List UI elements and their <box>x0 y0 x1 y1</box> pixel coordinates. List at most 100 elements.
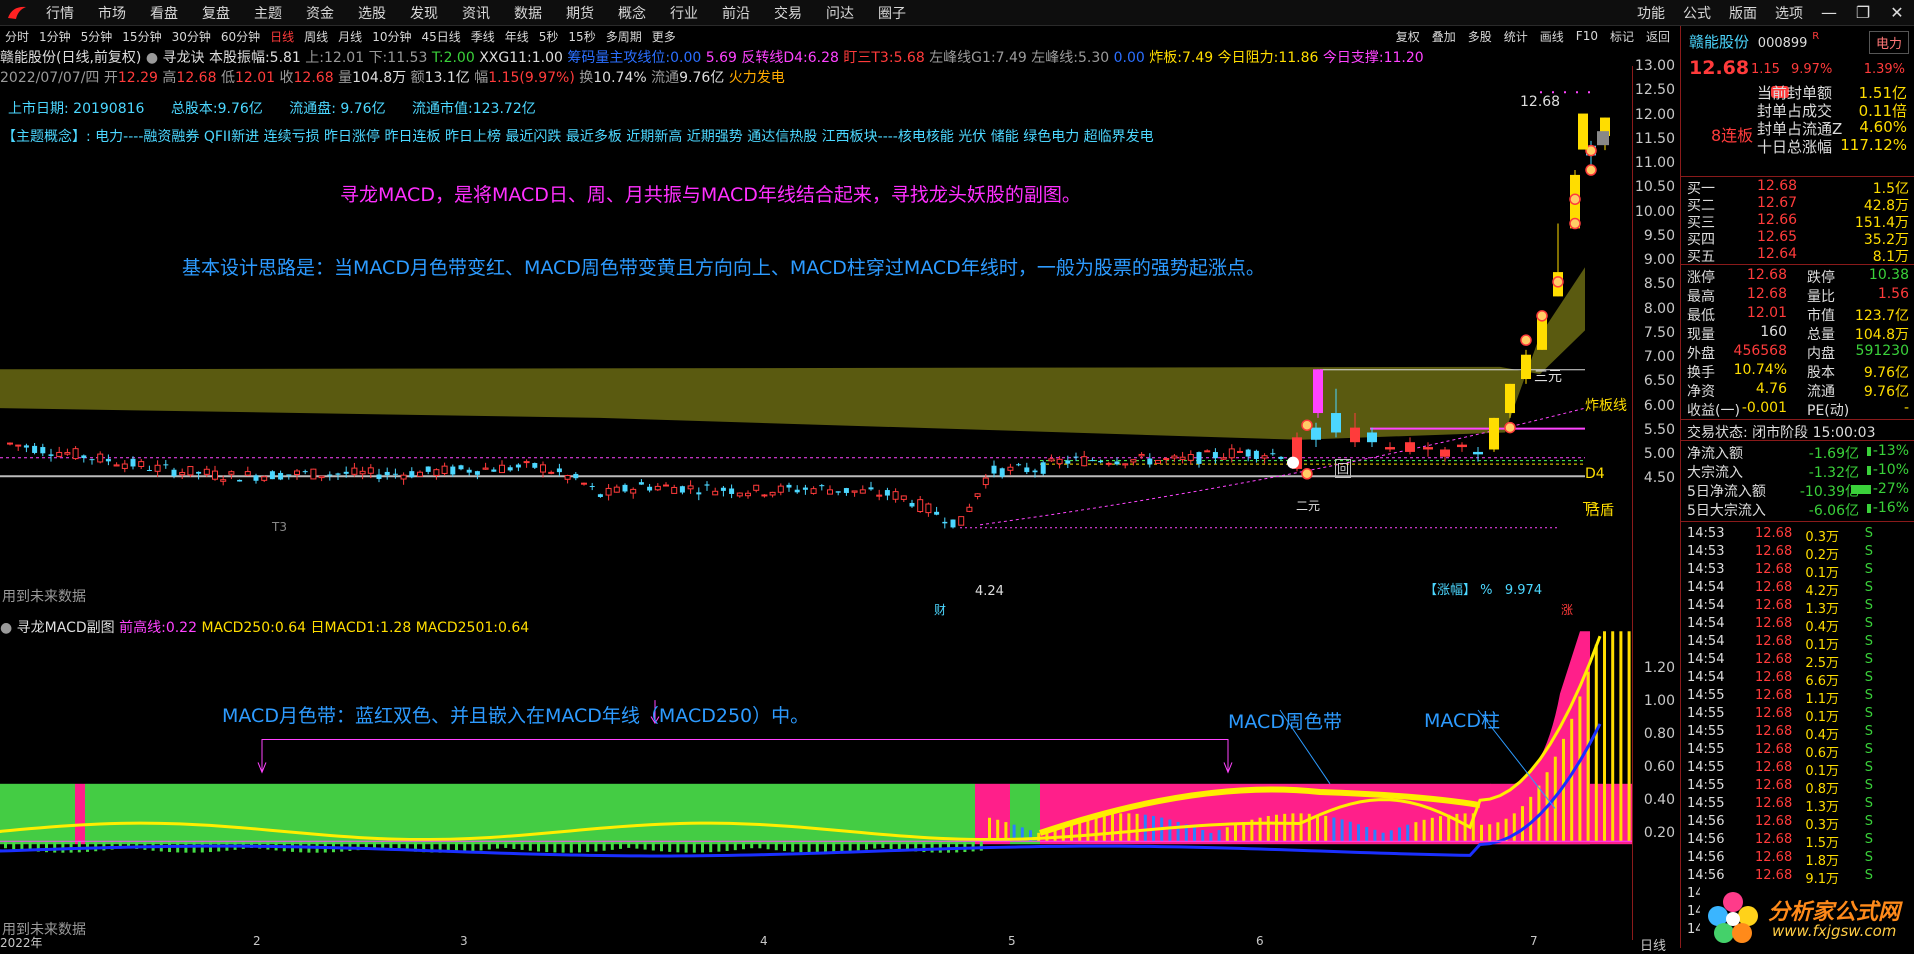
signal-marker <box>1552 276 1564 288</box>
menu-item[interactable]: 发现 <box>398 3 450 23</box>
candle <box>515 463 521 472</box>
period-tab[interactable]: 1分钟 <box>34 28 76 45</box>
candle <box>1228 444 1235 463</box>
chart-tool-button[interactable]: 多股 <box>1462 28 1498 45</box>
menu-right-item[interactable]: 选项 <box>1766 3 1812 23</box>
menu-item[interactable]: 主题 <box>242 3 294 23</box>
candle <box>278 470 284 481</box>
candle <box>958 516 965 526</box>
candle <box>835 491 841 496</box>
chart-tool-button[interactable]: 统计 <box>1498 28 1534 45</box>
candle <box>1204 449 1211 453</box>
order-row[interactable]: 买一 12.68 1.5亿 <box>1687 178 1909 197</box>
candlestick-chart[interactable] <box>0 90 1632 618</box>
stat-key: 总量 <box>1807 327 1835 343</box>
menu-item[interactable]: 行业 <box>658 3 710 23</box>
period-tab[interactable]: 年线 <box>500 28 534 45</box>
order-row[interactable]: 买二 12.67 42.8万 <box>1687 195 1909 214</box>
menu-item[interactable]: 资讯 <box>450 3 502 23</box>
macd-bar <box>766 841 770 850</box>
period-tab[interactable]: 季线 <box>466 28 500 45</box>
macd-bar <box>1381 832 1385 842</box>
menu-item[interactable]: 交易 <box>762 3 814 23</box>
stock-title[interactable]: 赣能股份 000899 R <box>1689 31 1819 52</box>
up-value: 12.01 <box>324 50 365 66</box>
chart-tool-button[interactable]: 返回 <box>1640 28 1676 45</box>
stat-key: 换手 <box>1687 365 1715 381</box>
period-tab[interactable]: 日线 <box>265 28 299 45</box>
menu-item[interactable]: 看盘 <box>138 3 190 23</box>
tick-row: 14:55 12.68 1.3万 S <box>1687 796 1909 815</box>
menu-right-item[interactable]: 功能 <box>1628 3 1674 23</box>
chart-tool-button[interactable]: 标记 <box>1604 28 1640 45</box>
period-tab[interactable]: 月线 <box>333 28 367 45</box>
tick-row: 14:55 12.68 0.4万 S <box>1687 724 1909 743</box>
candle <box>917 496 924 513</box>
menu-item[interactable]: 市场 <box>86 3 138 23</box>
period-tab[interactable]: 5分钟 <box>76 28 118 45</box>
close-icon[interactable]: ✕ <box>1880 3 1914 22</box>
menu-item[interactable]: 问达 <box>814 3 866 23</box>
menu-right-item[interactable]: 版面 <box>1720 3 1766 23</box>
tick-time: 14:53 <box>1687 526 1725 541</box>
macd-bar <box>1340 819 1344 842</box>
chart-tool-button[interactable]: 叠加 <box>1426 28 1462 45</box>
macd-bar <box>1234 824 1237 842</box>
macd-bar <box>1488 824 1492 842</box>
date-tick: 4 <box>760 934 768 948</box>
macd-bar <box>1193 827 1196 842</box>
candle <box>868 481 874 491</box>
period-tab[interactable]: 60分钟 <box>216 28 265 45</box>
period-tab[interactable]: 30分钟 <box>167 28 216 45</box>
price-tick: 6.50 <box>1643 373 1675 390</box>
macd-bar <box>651 841 655 851</box>
minimize-icon[interactable]: — <box>1812 3 1846 22</box>
candle <box>1385 442 1395 452</box>
month-band-segment <box>0 783 75 845</box>
formula-marker-icon[interactable]: ● <box>146 50 158 66</box>
period-tab[interactable]: 更多 <box>647 28 681 45</box>
menu-item[interactable]: 资金 <box>294 3 346 23</box>
macd-bar <box>1521 806 1524 842</box>
menu-item[interactable]: 圈子 <box>866 3 918 23</box>
app-logo-icon[interactable] <box>6 4 28 22</box>
macd-bar <box>684 841 688 853</box>
flow-pct: -13% <box>1872 443 1909 459</box>
menu-item[interactable]: 期货 <box>554 3 606 23</box>
chart-tool-button[interactable]: 画线 <box>1534 28 1570 45</box>
stat-value: 9.76亿 <box>1863 384 1909 400</box>
order-row[interactable]: 买三 12.66 151.4万 <box>1687 212 1909 231</box>
menu-item[interactable]: 行情 <box>34 3 86 23</box>
chart-tool-button[interactable]: F10 <box>1570 29 1604 43</box>
order-row[interactable]: 买五 12.64 8.1万 <box>1687 246 1909 265</box>
menu-item[interactable]: 复盘 <box>190 3 242 23</box>
period-tab[interactable]: 分时 <box>0 28 34 45</box>
order-row[interactable]: 买四 12.65 35.2万 <box>1687 229 1909 248</box>
z0-value: 0.00 <box>1113 50 1145 66</box>
order-price: 12.65 <box>1757 229 1798 245</box>
macd-bar <box>1586 671 1590 842</box>
period-tab[interactable]: 5秒 <box>534 28 564 45</box>
menu-item[interactable]: 数据 <box>502 3 554 23</box>
period-tab[interactable]: 周线 <box>299 28 333 45</box>
menu-item[interactable]: 概念 <box>606 3 658 23</box>
chart-tool-button[interactable]: 复权 <box>1390 28 1426 45</box>
tick-side: S <box>1864 814 1873 829</box>
tick-price: 12.68 <box>1755 832 1793 847</box>
sector-button[interactable]: 电力 <box>1868 31 1909 54</box>
menu-item[interactable]: 前沿 <box>710 3 762 23</box>
formula-name[interactable]: 寻龙诀 <box>163 50 205 66</box>
period-tab[interactable]: 15秒 <box>563 28 600 45</box>
listing-info: 上市日期: 20190816 总股本:9.76亿 流通盘: 9.76亿 流通市值… <box>8 98 558 118</box>
candle <box>458 464 464 471</box>
period-tab[interactable]: 多周期 <box>601 28 647 45</box>
macd-bar <box>865 841 868 850</box>
menu-item[interactable]: 选股 <box>346 3 398 23</box>
period-tab[interactable]: 15分钟 <box>117 28 166 45</box>
macd-sub-chart[interactable] <box>0 618 1632 940</box>
period-tab[interactable]: 45日线 <box>416 28 465 45</box>
restore-icon[interactable]: ❐ <box>1846 3 1880 22</box>
menu-right-item[interactable]: 公式 <box>1674 3 1720 23</box>
flow-pct: -16% <box>1872 500 1909 516</box>
period-tab[interactable]: 10分钟 <box>367 28 416 45</box>
